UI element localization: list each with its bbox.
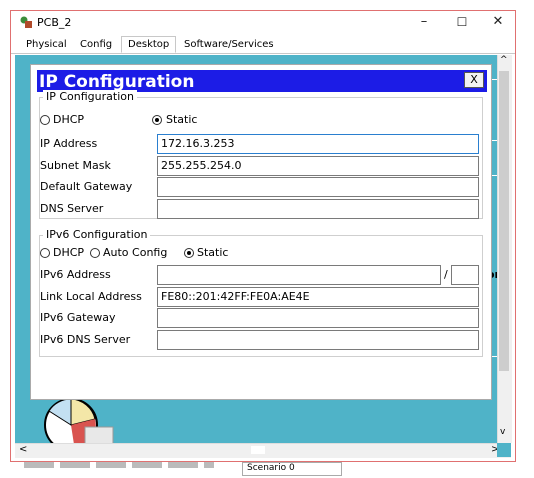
ipv6-dns-server-label: IPv6 DNS Server	[40, 333, 131, 346]
title-bar: PCB_2 – ☐ ✕	[11, 11, 515, 33]
link-local-address-field[interactable]: FE80::201:42FF:FE0A:AE4E	[157, 287, 479, 307]
ipv4-dhcp-label[interactable]: DHCP	[53, 113, 84, 126]
ipv6-dhcp-label[interactable]: DHCP	[53, 246, 84, 259]
link-local-address-label: Link Local Address	[40, 290, 142, 303]
vertical-scroll-thumb[interactable]	[499, 71, 509, 371]
default-gateway-field[interactable]	[157, 177, 479, 197]
prefix-separator: /	[444, 268, 448, 281]
ipv6-gateway-label: IPv6 Gateway	[40, 311, 116, 324]
scenario-select-value: Scenario 0	[247, 463, 295, 473]
ipv6-static-label[interactable]: Static	[197, 246, 228, 259]
default-gateway-label: Default Gateway	[40, 180, 133, 193]
subnet-mask-field[interactable]: 255.255.254.0	[157, 156, 479, 176]
bottom-toolbar-strip: Scenario 0	[10, 462, 516, 478]
subnet-mask-label: Subnet Mask	[40, 159, 111, 172]
scroll-down-icon[interactable]: v	[500, 427, 505, 437]
window-title: PCB_2	[37, 16, 72, 29]
tab-bar: Physical Config Desktop Software/Service…	[11, 33, 515, 54]
scroll-corner	[497, 443, 511, 457]
tab-physical[interactable]: Physical	[19, 36, 74, 53]
dialog-close-button[interactable]: X	[464, 72, 484, 88]
ipv6-dns-server-field[interactable]	[157, 330, 479, 350]
tab-software-services[interactable]: Software/Services	[177, 36, 281, 53]
ipv4-group-label: IP Configuration	[43, 90, 137, 103]
ipv6-prefix-field[interactable]	[451, 265, 479, 285]
pie-app-icon[interactable]	[35, 393, 115, 443]
ipv6-auto-config-radio[interactable]	[90, 248, 100, 258]
dns-server-field[interactable]	[157, 199, 479, 219]
ipv6-address-label: IPv6 Address	[40, 268, 111, 281]
dialog-title: IP Configuration	[39, 72, 195, 92]
ipv6-static-radio[interactable]	[184, 248, 194, 258]
ipv6-gateway-field[interactable]	[157, 308, 479, 328]
scenario-select[interactable]: Scenario 0	[242, 462, 342, 476]
toolbar-buttons[interactable]	[24, 462, 214, 468]
dns-server-label: DNS Server	[40, 202, 104, 215]
maximize-button[interactable]: ☐	[447, 13, 477, 31]
ip-address-label: IP Address	[40, 137, 98, 150]
tab-desktop[interactable]: Desktop	[121, 36, 177, 53]
scroll-left-icon[interactable]: <	[19, 444, 27, 455]
ip-address-field[interactable]: 172.16.3.253	[157, 134, 479, 154]
ipv4-static-radio[interactable]	[152, 115, 162, 125]
tab-config[interactable]: Config	[73, 36, 119, 53]
close-button[interactable]: ✕	[483, 13, 513, 31]
scroll-up-icon[interactable]: ^	[500, 55, 508, 65]
horizontal-scroll-thumb[interactable]	[251, 446, 265, 454]
ipv4-static-label[interactable]: Static	[166, 113, 197, 126]
ip-configuration-dialog: IP Configuration X IP Configuration DHCP…	[30, 64, 492, 400]
ipv6-auto-config-label[interactable]: Auto Config	[103, 246, 167, 259]
ipv4-dhcp-radio[interactable]	[40, 115, 50, 125]
minimize-button[interactable]: –	[409, 13, 439, 31]
packet-tracer-pc-icon	[20, 16, 32, 28]
ipv6-address-field[interactable]	[157, 265, 441, 285]
ipv6-dhcp-radio[interactable]	[40, 248, 50, 258]
ipv6-group-label: IPv6 Configuration	[43, 228, 151, 241]
dialog-title-bar: IP Configuration X	[37, 70, 487, 92]
app-window: PCB_2 – ☐ ✕ Physical Config Desktop Soft…	[10, 10, 516, 462]
